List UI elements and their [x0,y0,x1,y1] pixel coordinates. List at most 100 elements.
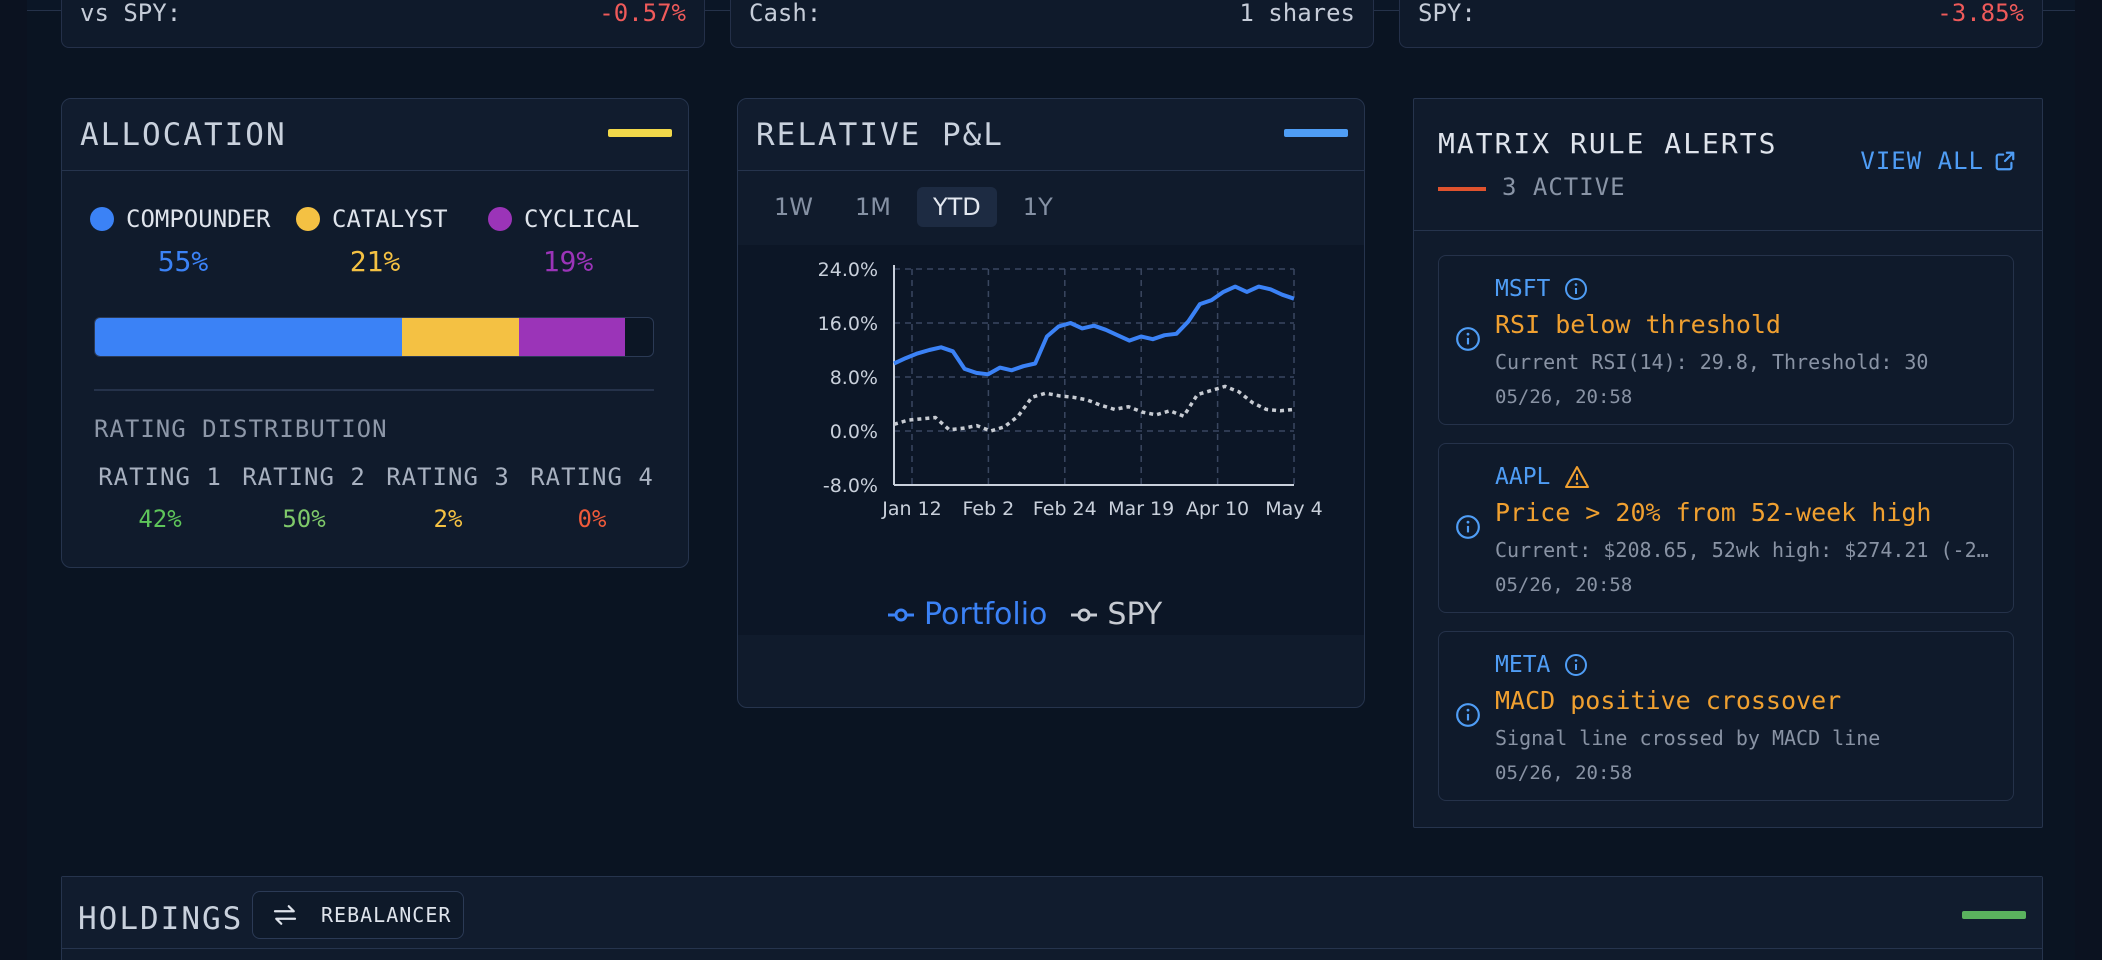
rating-value: 50% [282,505,326,533]
rating-value: 2% [433,505,463,533]
alert-detail: Current RSI(14): 29.8, Threshold: 30 [1495,350,1929,374]
alert-ticker: MSFT [1495,276,1588,302]
y-tick-label: 16.0% [818,313,878,335]
rebalancer-button[interactable]: REBALANCER [252,891,464,939]
view-all-label: VIEW ALL [1860,147,1984,175]
catalyst-dot [296,207,320,231]
active-count: 3 ACTIVE [1502,173,1626,201]
alert-time: 05/26, 20:58 [1495,386,1633,408]
pnl-title: RELATIVE P&L [756,117,1004,153]
holdings-header: HOLDINGS REBALANCER [62,877,2042,949]
info-icon [1565,278,1588,300]
alert-detail: Current: $208.65, 52wk high: $274.21 (-2… [1495,538,1995,562]
compounder-pct: 55% [157,245,209,278]
legend-cyclical: CYCLICAL [488,205,640,233]
alert-card-meta[interactable]: META MACD positive crossover Signal line… [1438,631,2014,801]
x-tick-label: Mar 19 [1108,498,1174,520]
legend-portfolio-label: Portfolio [924,597,1048,632]
pnl-header: RELATIVE P&L [738,99,1364,171]
legend-label: COMPOUNDER [126,205,271,233]
pnl-chart-area: 24.0% 16.0% 8.0% 0.0% -8.0% Jan 12 Feb 2 Feb 24… [738,245,1364,635]
allocation-panel: ALLOCATION COMPOUNDER CATALYST CYCLICAL … [61,98,689,568]
y-tick-label: 8.0% [830,367,878,389]
info-icon [1456,327,1480,351]
allocation-header: ALLOCATION [62,99,688,171]
holdings-panel: HOLDINGS REBALANCER [61,876,2043,960]
stat-value: -0.57% [599,0,686,27]
y-tick-label: 24.0% [818,259,878,281]
alerts-title: MATRIX RULE ALERTS [1438,127,1778,160]
rebalancer-label: REBALANCER [321,903,452,927]
alerts-header: MATRIX RULE ALERTS 3 ACTIVE VIEW ALL [1414,99,2042,231]
cyclical-dot [488,207,512,231]
ticker-label: MSFT [1495,276,1551,302]
view-all-link[interactable]: VIEW ALL [1860,147,2016,175]
alert-ticker: META [1495,652,1588,678]
catalyst-pct: 21% [349,245,401,278]
rating-label: RATING 2 [242,463,366,491]
pnl-legend: Portfolio SPY [886,597,1162,632]
tab-1m[interactable]: 1M [839,187,907,227]
divider [94,389,654,391]
relative-pnl-panel: RELATIVE P&L 1W 1M YTD 1Y 24.0% 16.0% 8.0%… [737,98,1365,708]
legend-portfolio[interactable]: Portfolio [886,597,1047,632]
tab-1y[interactable]: 1Y [1007,187,1069,227]
allocation-accent-bar [608,129,672,137]
tab-ytd[interactable]: YTD [916,187,997,227]
legend-label: CYCLICAL [524,205,640,233]
y-tick-label: -8.0% [823,475,878,497]
rating-label: RATING 3 [386,463,510,491]
legend-spy[interactable]: SPY [1069,597,1162,632]
rating-4: RATING 4 0% [522,463,662,533]
holdings-accent-bar [1962,911,2026,919]
legend-catalyst: CATALYST [296,205,448,233]
tab-1w[interactable]: 1W [758,187,829,227]
active-indicator-line [1438,187,1486,191]
stat-label: Cash: [749,0,822,27]
allocation-segment-cyclical [519,318,626,356]
stat-value: 1 shares [1239,0,1355,27]
alerts-panel: MATRIX RULE ALERTS 3 ACTIVE VIEW ALL MSF… [1413,98,2043,828]
series-line-portfolio [893,284,1295,377]
allocation-segment-catalyst [401,318,520,356]
external-link-icon [1995,151,2015,171]
alert-ticker: AAPL [1495,464,1590,490]
legend-label: CATALYST [332,205,448,233]
pnl-line-chart: 24.0% 16.0% 8.0% 0.0% -8.0%Jan 12 Feb 2 Feb 24… [818,259,1323,520]
portfolio-legend-icon [888,608,914,621]
alert-card-aapl[interactable]: AAPL Price > 20% from 52-week high Curre… [1438,443,2014,613]
legend-spy-label: SPY [1107,597,1163,632]
info-icon [1456,703,1480,727]
rating-3: RATING 3 2% [378,463,518,533]
alert-card-msft[interactable]: MSFT RSI below threshold Current RSI(14)… [1438,255,2014,425]
alert-detail: Signal line crossed by MACD line [1495,726,1881,750]
cyclical-pct: 19% [542,245,594,278]
series-line-spy [893,384,1295,433]
x-tick-label: Feb 24 [1033,498,1097,520]
spy-legend-icon [1071,608,1098,621]
warning-icon [1565,466,1590,488]
x-tick-label: May 4 [1265,498,1322,520]
legend-compounder: COMPOUNDER [90,205,271,233]
y-tick-label: 0.0% [830,421,878,443]
x-tick-label: Jan 12 [881,498,942,520]
allocation-segment-compounder [95,318,402,356]
dashboard-page: vs SPY: -0.57% Cash: 1 shares SPY: -3.85… [27,0,2075,960]
pnl-accent-bar [1284,129,1348,137]
stat-value: -3.85% [1937,0,2024,27]
rating-label: RATING 1 [98,463,222,491]
x-tick-label: Apr 10 [1186,498,1249,520]
alert-message: Price > 20% from 52-week high [1495,498,1932,527]
alert-time: 05/26, 20:58 [1495,574,1633,596]
compounder-dot [90,207,114,231]
info-icon [1456,515,1480,539]
info-icon [1565,654,1588,676]
ticker-label: META [1495,652,1551,678]
allocation-bar [94,317,654,357]
rating-value: 0% [577,505,607,533]
rating-2: RATING 2 50% [234,463,374,533]
x-tick-label: Feb 2 [963,498,1015,520]
stat-card-cash: Cash: 1 shares [730,0,1374,48]
stat-card-spy: SPY: -3.85% [1399,0,2043,48]
alert-message: MACD positive crossover [1495,686,1842,715]
